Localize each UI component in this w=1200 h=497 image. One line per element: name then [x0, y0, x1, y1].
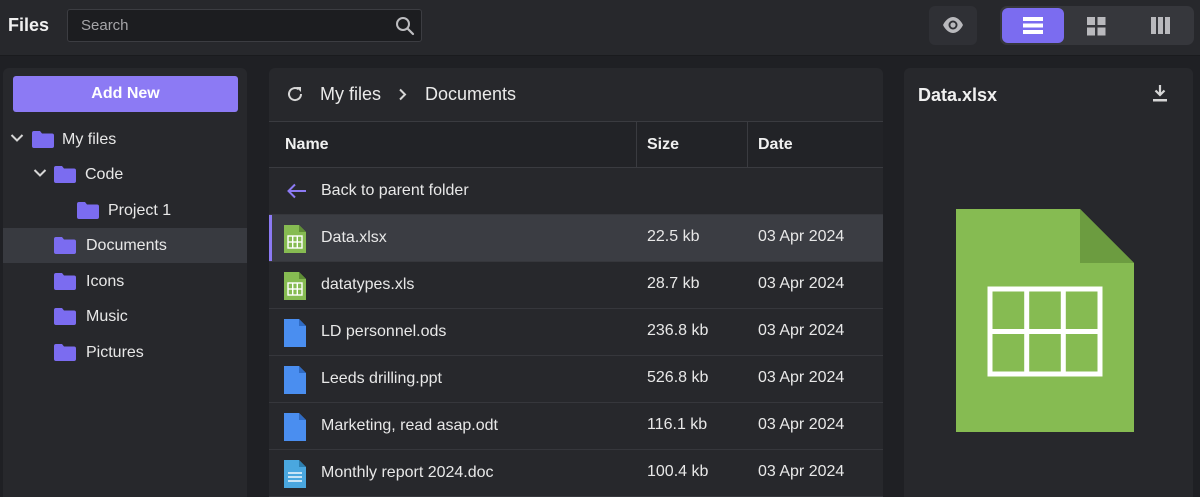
file-date: 03 Apr 2024 — [758, 228, 845, 245]
file-icon — [284, 366, 306, 394]
column-header-name[interactable]: Name — [269, 122, 636, 167]
preview-panel: Data.xlsx — [904, 68, 1193, 497]
search-input[interactable] — [68, 10, 388, 41]
selection-indicator — [269, 215, 272, 261]
tree-item-label: Code — [85, 166, 124, 183]
grid-view-button[interactable] — [1066, 8, 1128, 43]
chevron-down-icon[interactable] — [33, 168, 47, 178]
file-list-panel: My files Documents Name Size Date Back t… — [269, 68, 883, 497]
folder-icon — [77, 202, 99, 219]
file-date: 03 Apr 2024 — [758, 416, 845, 433]
arrow-left-icon — [287, 183, 306, 199]
breadcrumb-item[interactable]: Documents — [425, 84, 516, 105]
table-row[interactable]: LD personnel.ods 236.8 kb 03 Apr 2024 — [269, 309, 883, 356]
folder-icon — [54, 273, 76, 290]
spreadsheet-file-icon — [284, 225, 306, 253]
file-name: Monthly report 2024.doc — [321, 464, 494, 481]
folder-icon — [32, 131, 54, 148]
tree-item-project-1[interactable]: Project 1 — [3, 193, 247, 228]
download-icon[interactable] — [1152, 84, 1168, 102]
table-row[interactable]: Monthly report 2024.doc 100.4 kb 03 Apr … — [269, 450, 883, 497]
add-new-button[interactable]: Add New — [13, 76, 238, 112]
spreadsheet-file-icon — [284, 272, 306, 300]
file-date: 03 Apr 2024 — [758, 322, 845, 339]
file-size: 22.5 kb — [647, 228, 700, 245]
back-to-parent-row[interactable]: Back to parent folder — [269, 168, 883, 215]
tree-item-music[interactable]: Music — [3, 299, 247, 334]
search-icon[interactable] — [395, 16, 415, 36]
file-date: 03 Apr 2024 — [758, 369, 845, 386]
app-title: Files — [8, 15, 50, 35]
breadcrumb: My files Documents — [269, 68, 883, 121]
columns-view-icon — [1151, 17, 1170, 34]
tree-item-code[interactable]: Code — [3, 157, 247, 192]
refresh-icon[interactable] — [286, 85, 304, 103]
tree-item-label: My files — [62, 131, 117, 148]
table-header: Name Size Date — [269, 121, 883, 168]
preview-toggle-button[interactable] — [929, 6, 977, 45]
list-view-icon — [1023, 17, 1043, 34]
file-name: LD personnel.ods — [321, 323, 447, 340]
folder-icon — [54, 237, 76, 254]
chevron-right-icon — [399, 88, 407, 101]
search-box[interactable] — [67, 9, 422, 42]
file-date: 03 Apr 2024 — [758, 463, 845, 480]
column-header-size[interactable]: Size — [636, 122, 747, 167]
file-icon — [284, 413, 306, 441]
file-date: 03 Apr 2024 — [758, 275, 845, 292]
file-size: 236.8 kb — [647, 322, 709, 339]
file-icon — [284, 319, 306, 347]
file-size: 100.4 kb — [647, 463, 709, 480]
tree-item-label: Documents — [86, 237, 167, 254]
tree-item-my-files[interactable]: My files — [3, 122, 247, 157]
tree-item-label: Pictures — [86, 344, 144, 361]
file-name: datatypes.xls — [321, 276, 415, 293]
folder-icon — [54, 344, 76, 361]
tree-item-documents[interactable]: Documents — [3, 228, 247, 263]
back-to-parent-label: Back to parent folder — [321, 182, 469, 199]
table-row[interactable]: datatypes.xls 28.7 kb 03 Apr 2024 — [269, 262, 883, 309]
table-row[interactable]: Marketing, read asap.odt 116.1 kb 03 Apr… — [269, 403, 883, 450]
chevron-down-icon[interactable] — [10, 133, 24, 143]
top-bar: Files — [0, 0, 1200, 56]
list-view-button[interactable] — [1002, 8, 1064, 43]
tree-item-icons[interactable]: Icons — [3, 264, 247, 299]
tree-item-label: Icons — [86, 273, 125, 290]
table-row[interactable]: Leeds drilling.ppt 526.8 kb 03 Apr 2024 — [269, 356, 883, 403]
file-size: 116.1 kb — [647, 416, 708, 433]
table-row[interactable]: Data.xlsx 22.5 kb 03 Apr 2024 — [269, 215, 883, 262]
file-size: 526.8 kb — [647, 369, 709, 386]
file-name: Marketing, read asap.odt — [321, 417, 498, 434]
tree-item-label: Music — [86, 308, 128, 325]
sidebar: Add New My files Code Project 1 Document… — [3, 68, 247, 497]
grid-view-icon — [1087, 17, 1106, 36]
document-file-icon — [284, 460, 306, 488]
spreadsheet-preview-icon — [956, 209, 1134, 432]
eye-icon — [943, 17, 963, 33]
file-size: 28.7 kb — [647, 275, 700, 292]
preview-title: Data.xlsx — [918, 85, 998, 105]
file-name: Data.xlsx — [321, 229, 387, 246]
breadcrumb-item[interactable]: My files — [320, 84, 381, 105]
column-header-date[interactable]: Date — [747, 122, 883, 167]
columns-view-button[interactable] — [1130, 8, 1192, 43]
view-mode-toggle — [1000, 6, 1194, 45]
folder-icon — [54, 308, 76, 325]
folder-icon — [54, 166, 76, 183]
tree-item-label: Project 1 — [108, 202, 172, 219]
tree-item-pictures[interactable]: Pictures — [3, 335, 247, 370]
file-name: Leeds drilling.ppt — [321, 370, 442, 387]
